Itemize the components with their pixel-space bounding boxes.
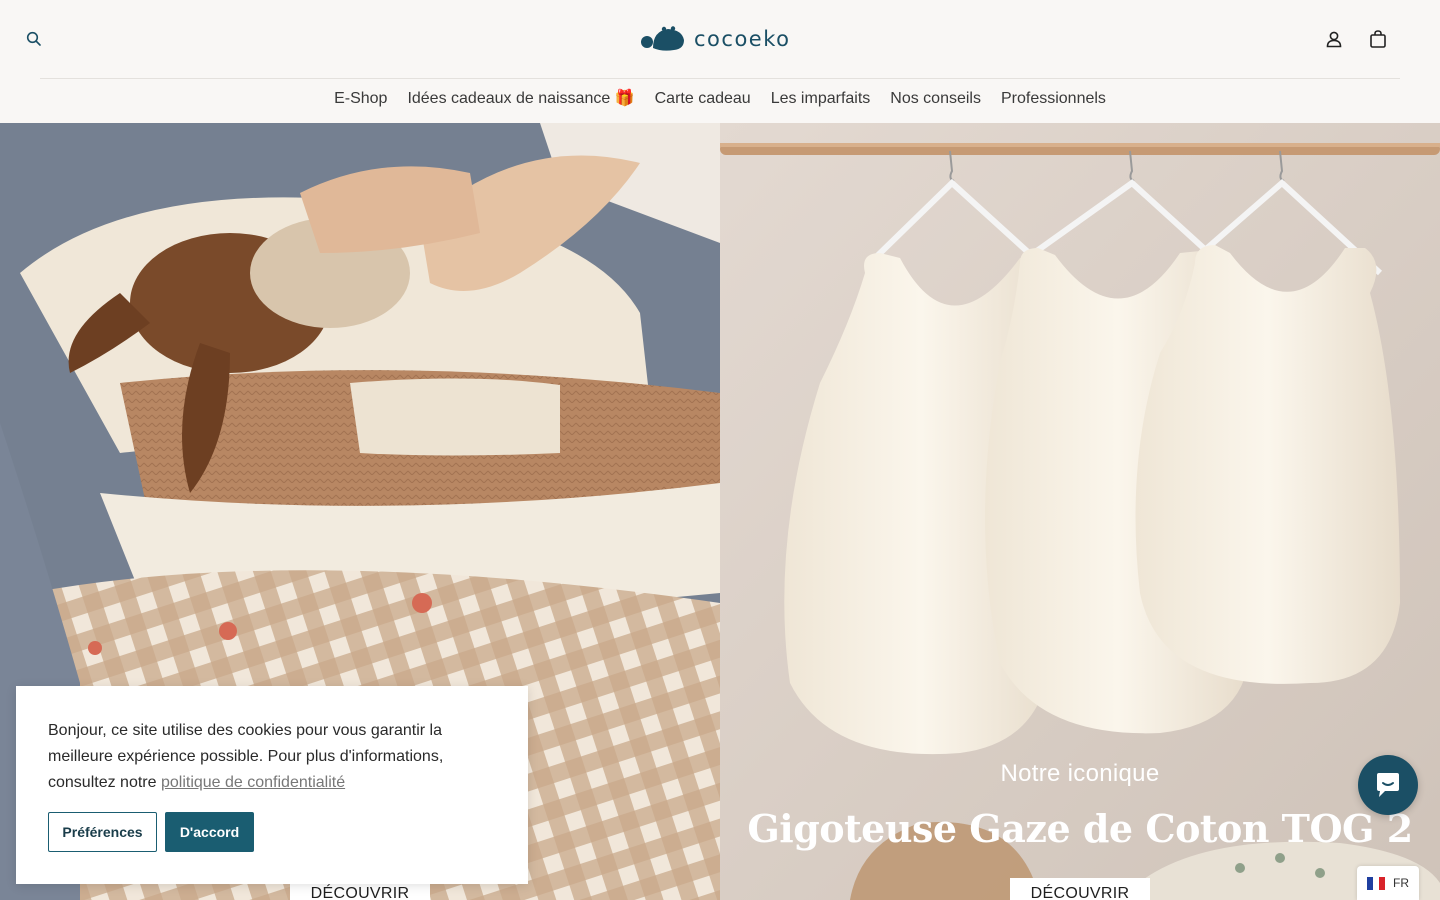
nav-item-eshop[interactable]: E-Shop [334, 88, 387, 110]
hero-title: Gigoteuse Gaze de Coton TOG 2 [747, 806, 1413, 851]
nav-item-gift-ideas[interactable]: Idées cadeaux de naissance 🎁 [407, 88, 634, 110]
turtle-logo-icon [641, 26, 684, 51]
chat-button[interactable] [1358, 755, 1418, 815]
cookie-banner: Bonjour, ce site utilise des cookies pou… [16, 686, 528, 884]
cookie-preferences-button[interactable]: Préférences [48, 812, 157, 852]
nav-item-imperfects[interactable]: Les imparfaits [771, 88, 871, 110]
language-code: FR [1393, 876, 1409, 890]
hero-panel-right[interactable]: Notre iconique Gigoteuse Gaze de Coton T… [720, 123, 1440, 900]
cart-icon[interactable] [1368, 29, 1388, 49]
cookie-accept-button[interactable]: D'accord [165, 812, 254, 852]
privacy-policy-link[interactable]: politique de confidentialité [161, 774, 345, 791]
nav-item-professionals[interactable]: Professionnels [1001, 88, 1106, 110]
brand-name: cocoeko [694, 27, 791, 51]
search-icon[interactable] [26, 31, 42, 47]
discover-button-right[interactable]: DÉCOUVRIR [1010, 878, 1150, 900]
hero-subtitle: Notre iconique [1000, 760, 1160, 787]
header-divider [40, 78, 1400, 79]
cookie-buttons: Préférences D'accord [48, 812, 254, 852]
account-icon[interactable] [1325, 30, 1343, 48]
nav-item-gift-card[interactable]: Carte cadeau [655, 88, 751, 110]
brand-logo[interactable]: cocoeko [640, 24, 790, 54]
chat-bubble-icon [1377, 773, 1399, 797]
language-selector[interactable]: FR [1357, 866, 1419, 900]
cookie-text: Bonjour, ce site utilise des cookies pou… [48, 718, 488, 796]
france-flag-icon [1367, 876, 1385, 890]
main-nav: E-Shop Idées cadeaux de naissance 🎁 Cart… [0, 88, 1440, 110]
nav-item-advice[interactable]: Nos conseils [890, 88, 981, 110]
site-header: cocoeko E-Shop Idées cadeaux de naissanc… [0, 0, 1440, 123]
